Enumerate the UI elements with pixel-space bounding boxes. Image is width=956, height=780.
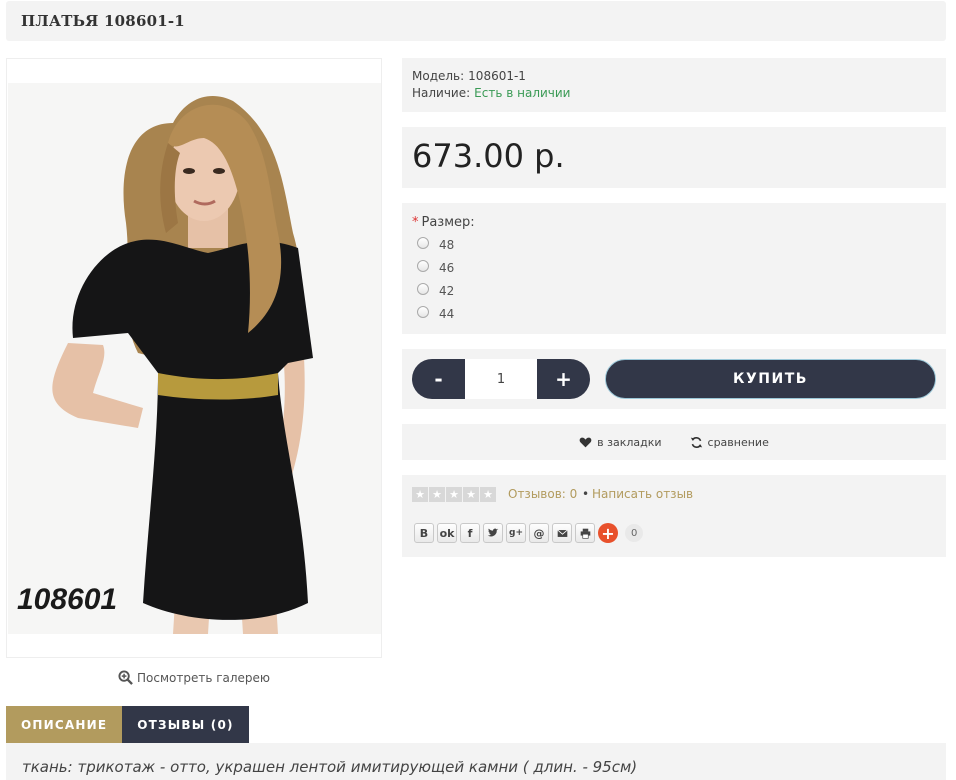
more-share-plus-icon[interactable]: +	[598, 523, 618, 543]
stock-status: Есть в наличии	[474, 86, 571, 100]
star-icon: ★	[412, 487, 428, 502]
tab-description[interactable]: ОПИСАНИЕ	[6, 706, 123, 743]
price-panel: 673.00 р.	[402, 127, 946, 188]
size-options-panel: * Размер: 48 46 42 44	[402, 203, 946, 334]
reviews-count-link[interactable]: Отзывов: 0	[508, 487, 577, 501]
product-price: 673.00 р.	[412, 137, 565, 175]
stock-label: Наличие:	[412, 86, 471, 100]
wishlist-compare-panel: в закладки сравнение	[402, 424, 946, 460]
twitter-share-icon[interactable]	[483, 523, 503, 543]
page-title: ПЛАТЬЯ 108601-1	[21, 12, 185, 30]
print-icon[interactable]	[575, 523, 595, 543]
size-radio[interactable]	[417, 283, 429, 295]
share-count: 0	[625, 524, 644, 542]
reviews-share-panel: ★ ★ ★ ★ ★ Отзывов: 0 • Написать отзыв B …	[402, 475, 946, 557]
size-option-label: 44	[439, 307, 455, 321]
quantity-decrease-button[interactable]: -	[412, 359, 465, 399]
photo-code-label: 108601	[17, 583, 118, 616]
size-label: * Размер:	[412, 215, 475, 230]
size-radio[interactable]	[417, 260, 429, 272]
size-radio[interactable]	[417, 237, 429, 249]
star-icon: ★	[480, 487, 496, 502]
model-row: Модель: 108601-1	[412, 69, 526, 83]
vkontakte-share-icon[interactable]: B	[414, 523, 434, 543]
quantity-stepper: - 1 +	[412, 359, 590, 399]
buy-panel: - 1 + КУПИТЬ	[402, 349, 946, 409]
zoom-in-icon	[118, 670, 133, 685]
size-option-46[interactable]: 46	[417, 260, 455, 275]
write-review-link[interactable]: Написать отзыв	[592, 487, 693, 501]
size-option-label: 48	[439, 238, 455, 252]
title-bar: ПЛАТЬЯ 108601-1	[6, 1, 946, 41]
view-gallery-label: Посмотреть галерею	[137, 670, 271, 685]
description-panel: ткань: трикотаж - отто, украшен лентой и…	[6, 743, 946, 780]
product-photo[interactable]: 108601	[8, 83, 381, 634]
tab-reviews[interactable]: ОТЗЫВЫ (0)	[122, 706, 249, 743]
model-value: 108601-1	[468, 69, 526, 83]
product-tabs: ОПИСАНИЕ ОТЗЫВЫ (0)	[6, 706, 249, 743]
quantity-increase-button[interactable]: +	[537, 359, 590, 399]
email-share-icon[interactable]	[552, 523, 572, 543]
mail-ru-share-icon[interactable]: @	[529, 523, 549, 543]
google-plus-share-icon[interactable]: g+	[506, 523, 526, 543]
required-mark: *	[412, 215, 419, 230]
size-option-48[interactable]: 48	[417, 237, 455, 252]
facebook-share-icon[interactable]: f	[460, 523, 480, 543]
star-icon: ★	[463, 487, 479, 502]
size-label-text: Размер:	[421, 215, 475, 230]
dress-model-illustration	[8, 83, 381, 634]
odnoklassniki-share-icon[interactable]: ok	[437, 523, 457, 543]
add-to-wishlist-link[interactable]: в закладки	[579, 435, 662, 449]
separator-dot: •	[582, 487, 590, 501]
refresh-compare-icon	[690, 436, 702, 448]
view-gallery-link[interactable]: Посмотреть галерею	[118, 670, 270, 685]
product-info-panel: Модель: 108601-1 Наличие: Есть в наличии	[402, 58, 946, 112]
stock-row: Наличие: Есть в наличии	[412, 86, 570, 100]
share-buttons: B ok f g+ @ + 0	[414, 523, 644, 543]
product-description: ткань: трикотаж - отто, украшен лентой и…	[22, 758, 638, 776]
size-option-42[interactable]: 42	[417, 283, 455, 298]
rating-stars: ★ ★ ★ ★ ★	[412, 487, 496, 502]
size-option-label: 46	[439, 261, 455, 275]
model-label: Модель:	[412, 69, 465, 83]
heart-icon	[579, 437, 592, 447]
size-option-44[interactable]: 44	[417, 306, 455, 321]
compare-link[interactable]: сравнение	[690, 436, 769, 449]
size-radio[interactable]	[417, 306, 429, 318]
compare-label: сравнение	[707, 435, 769, 449]
product-image-box[interactable]: 108601	[6, 58, 382, 658]
wishlist-label: в закладки	[597, 435, 662, 449]
buy-button[interactable]: КУПИТЬ	[605, 359, 936, 399]
star-icon: ★	[429, 487, 445, 502]
size-option-label: 42	[439, 284, 455, 298]
star-icon: ★	[446, 487, 462, 502]
quantity-input[interactable]: 1	[465, 359, 537, 399]
